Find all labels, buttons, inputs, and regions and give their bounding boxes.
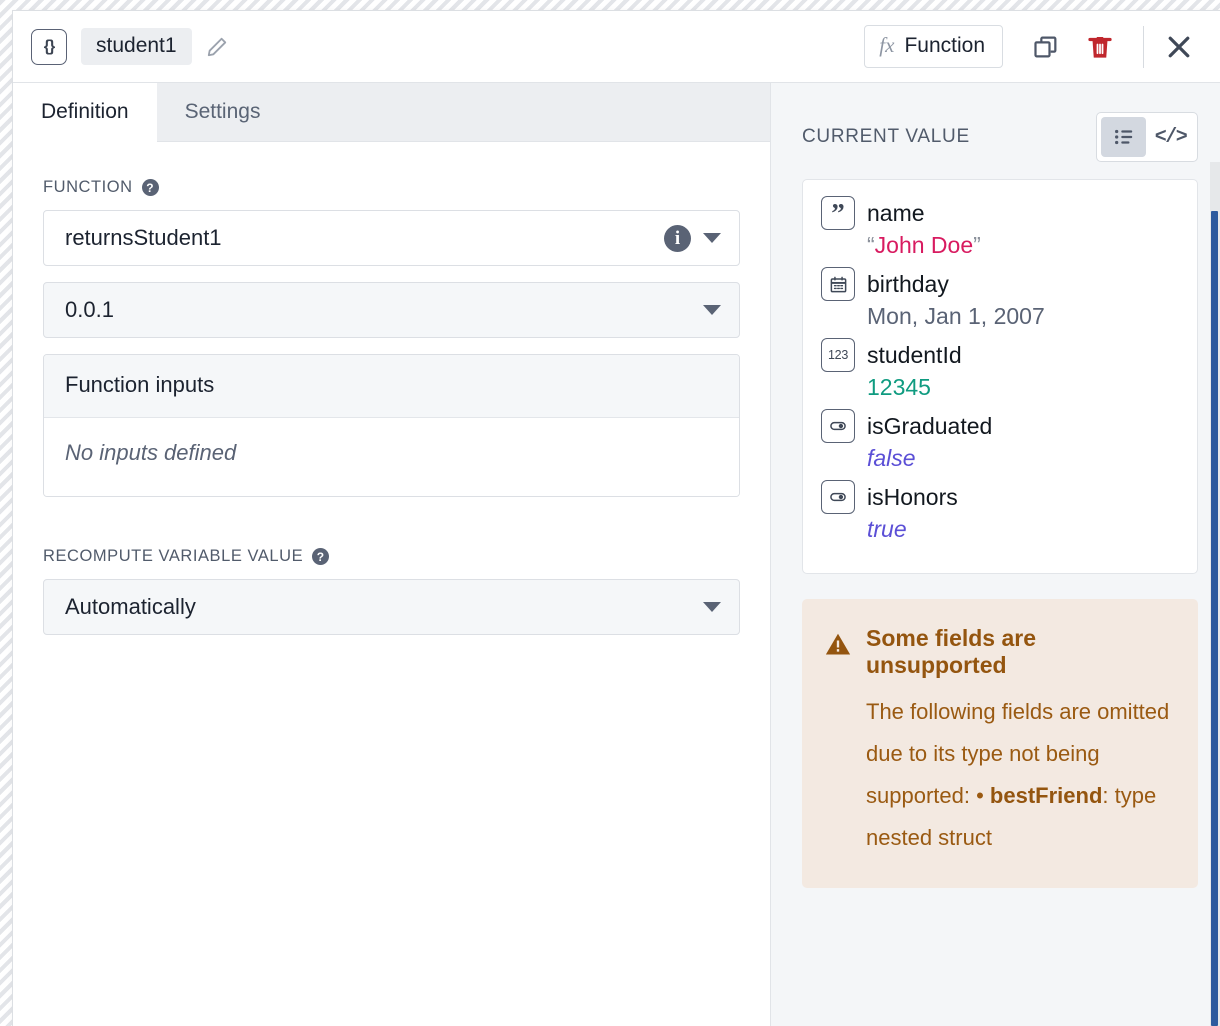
value-field-isgraduated: isGraduated false <box>821 409 1179 478</box>
value-field-label: name <box>867 199 925 226</box>
value-field-value: false <box>867 445 916 471</box>
warning-title: Some fields are unsupported <box>866 625 1037 679</box>
definition-pane: Definition Settings FUNCTION ? returnsSt… <box>13 83 771 1026</box>
value-field-value: 12345 <box>867 374 931 400</box>
value-field-value: “John Doe” <box>821 230 1179 265</box>
definition-content: FUNCTION ? returnsStudent1 i 0.0.1 Funct… <box>13 142 770 1026</box>
version-select[interactable]: 0.0.1 <box>43 282 740 338</box>
current-value-card: ” name “John Doe” birthday Mon, Jan 1, 2… <box>802 179 1198 574</box>
code-view-label: </> <box>1154 125 1188 149</box>
fx-icon: fx <box>879 33 895 57</box>
warning-triangle-icon <box>824 630 852 858</box>
header-divider <box>1143 25 1144 68</box>
value-field-label: isHonors <box>867 483 958 510</box>
number-icon-label: 123 <box>828 348 848 362</box>
value-field-ishonors: isHonors true <box>821 480 1179 549</box>
function-label: FUNCTION ? <box>43 178 740 197</box>
value-field-value: Mon, Jan 1, 2007 <box>867 303 1045 329</box>
chevron-down-icon <box>703 602 721 612</box>
unsupported-fields-warning: Some fields are unsupported The followin… <box>802 599 1198 889</box>
recompute-label-text: RECOMPUTE VARIABLE VALUE <box>43 547 304 565</box>
value-field-value: true <box>867 516 907 542</box>
scrollbar-thumb[interactable] <box>1211 211 1218 1026</box>
value-field-key: isGraduated <box>821 409 1179 443</box>
variable-editor-panel: {} student1 fx Function Definition Setti… <box>13 11 1220 1026</box>
warning-bullet: • <box>976 782 990 808</box>
tab-settings[interactable]: Settings <box>157 83 289 141</box>
version-select-value: 0.0.1 <box>65 297 114 322</box>
function-inputs-empty: No inputs defined <box>44 418 739 496</box>
function-button-label: Function <box>904 34 985 57</box>
open-quote: “ <box>867 232 875 258</box>
recompute-select-value: Automatically <box>65 594 196 619</box>
calendar-icon <box>821 267 855 301</box>
chevron-down-icon <box>703 305 721 315</box>
tab-bar: Definition Settings <box>13 83 770 142</box>
number-icon: 123 <box>821 338 855 372</box>
function-select[interactable]: returnsStudent1 i <box>43 210 740 266</box>
value-field-key: isHonors <box>821 480 1179 514</box>
warning-body: Some fields are unsupported The followin… <box>866 625 1174 858</box>
value-field-key: birthday <box>821 267 1179 301</box>
close-icon[interactable] <box>1158 26 1200 68</box>
trash-icon[interactable] <box>1079 26 1121 68</box>
value-field-label: birthday <box>867 270 949 297</box>
panel-header: {} student1 fx Function <box>13 11 1220 83</box>
tab-definition[interactable]: Definition <box>13 83 157 142</box>
toggle-icon <box>821 409 855 443</box>
warning-text: The following fields are omitted due to … <box>866 691 1174 858</box>
function-label-text: FUNCTION <box>43 178 133 196</box>
value-field-key: ” name <box>821 196 1179 230</box>
current-value-header: CURRENT VALUE </> <box>802 109 1198 165</box>
variable-type-icon: {} <box>31 28 67 65</box>
value-field-name: ” name “John Doe” <box>821 196 1179 265</box>
quote-icon: ” <box>821 196 855 230</box>
value-field-birthday: birthday Mon, Jan 1, 2007 <box>821 267 1179 336</box>
value-field-studentid: 123 studentId 12345 <box>821 338 1179 407</box>
value-field-key: 123 studentId <box>821 338 1179 372</box>
value-field-label: studentId <box>867 341 962 368</box>
help-icon[interactable]: ? <box>141 179 159 196</box>
function-inputs-header: Function inputs <box>44 355 739 418</box>
toggle-icon <box>821 480 855 514</box>
function-inputs-box: Function inputs No inputs defined <box>43 354 740 497</box>
copy-icon[interactable] <box>1025 26 1067 68</box>
scrollbar[interactable] <box>1210 162 1220 1026</box>
list-view-icon[interactable] <box>1101 117 1146 157</box>
panel-body: Definition Settings FUNCTION ? returnsSt… <box>13 83 1220 1026</box>
pencil-icon[interactable] <box>204 34 230 60</box>
code-view-icon[interactable]: </> <box>1148 117 1193 157</box>
variable-name[interactable]: student1 <box>81 28 192 65</box>
view-toggle: </> <box>1096 112 1198 162</box>
function-select-value: returnsStudent1 <box>65 225 222 250</box>
current-value-title: CURRENT VALUE <box>802 126 970 147</box>
value-text: John Doe <box>874 232 974 258</box>
value-field-label: isGraduated <box>867 412 993 439</box>
close-quote: ” <box>973 232 981 258</box>
chevron-down-icon <box>703 233 721 243</box>
warning-field-name: bestFriend <box>989 782 1103 808</box>
current-value-pane: CURRENT VALUE </> ” name “John Doe” birt… <box>771 83 1220 1026</box>
info-icon[interactable]: i <box>664 224 691 252</box>
help-icon[interactable]: ? <box>312 548 330 565</box>
function-button[interactable]: fx Function <box>864 25 1003 68</box>
recompute-label: RECOMPUTE VARIABLE VALUE ? <box>43 547 740 566</box>
recompute-select[interactable]: Automatically <box>43 579 740 635</box>
